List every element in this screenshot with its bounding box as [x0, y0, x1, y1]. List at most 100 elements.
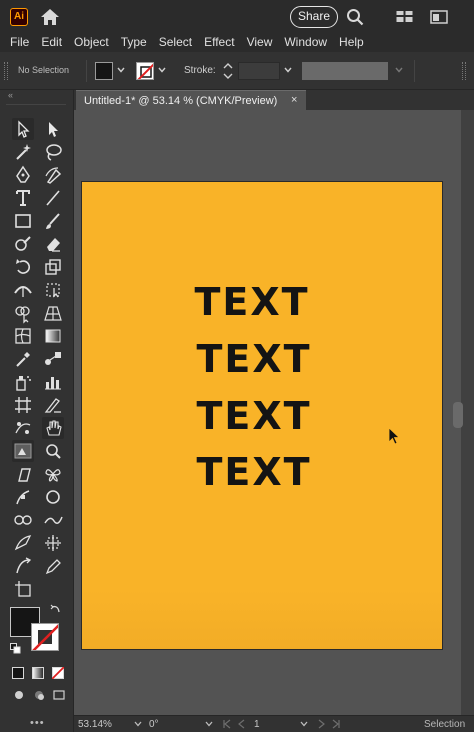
chevron-down-icon[interactable]: [158, 66, 166, 74]
stroke-weight-input[interactable]: [238, 62, 280, 80]
scale-tool-icon[interactable]: [42, 256, 64, 278]
pen-tool-icon[interactable]: [12, 164, 34, 186]
column-graph-tool-icon[interactable]: [42, 371, 64, 393]
stroke-color-swatch[interactable]: [136, 62, 154, 80]
divider: [414, 60, 415, 82]
anchor-point-tool-icon[interactable]: [12, 486, 34, 508]
menu-type[interactable]: Type: [121, 35, 147, 49]
width-tool-icon[interactable]: [12, 279, 34, 301]
text-object[interactable]: TEXT: [82, 280, 422, 324]
menu-window[interactable]: Window: [284, 35, 327, 49]
menu-view[interactable]: View: [247, 35, 273, 49]
document-tab[interactable]: Untitled-1* @ 53.14 % (CMYK/Preview) ×: [76, 90, 306, 110]
screen-mode-icon[interactable]: [52, 689, 66, 701]
window-icon[interactable]: [430, 10, 448, 24]
text-object[interactable]: TEXT: [84, 337, 424, 381]
menu-select[interactable]: Select: [159, 35, 192, 49]
artboard[interactable]: TEXT TEXT TEXT TEXT: [81, 181, 443, 650]
zoom-tool-icon[interactable]: [42, 440, 64, 462]
menu-file[interactable]: File: [10, 35, 29, 49]
gradient-tool-icon[interactable]: [42, 325, 64, 347]
menu-help[interactable]: Help: [339, 35, 364, 49]
rotate-tool-icon[interactable]: [12, 256, 34, 278]
rectangle-tool-icon[interactable]: [12, 210, 34, 232]
chevron-down-icon[interactable]: [117, 66, 125, 74]
panel-grip-icon[interactable]: [462, 62, 466, 80]
edit-toolbar-icon[interactable]: •••: [30, 717, 45, 729]
hand-tool-icon[interactable]: [42, 417, 64, 439]
draw-normal-icon[interactable]: [12, 689, 26, 701]
butterfly-symbol-icon[interactable]: [42, 463, 64, 485]
live-paint-bucket-tool-icon[interactable]: [12, 440, 34, 462]
search-icon[interactable]: [346, 8, 364, 26]
magic-wand-tool-icon[interactable]: [12, 141, 34, 163]
artboard-resize-icon[interactable]: [12, 578, 34, 600]
vertical-scrollbar-thumb[interactable]: [453, 402, 463, 428]
chevron-down-icon[interactable]: [284, 66, 292, 74]
paintbrush-tool-icon[interactable]: [42, 210, 64, 232]
eraser-tool-icon[interactable]: [42, 233, 64, 255]
fill-color-swatch[interactable]: [95, 62, 113, 80]
slice-tool-icon[interactable]: [42, 394, 64, 416]
artboard-tool-icon[interactable]: [12, 394, 34, 416]
menu-effect[interactable]: Effect: [204, 35, 234, 49]
chevron-down-icon[interactable]: [134, 720, 142, 728]
panel-grip-icon[interactable]: [4, 62, 8, 80]
chevron-down-icon[interactable]: [300, 720, 308, 728]
shaper-tool-icon[interactable]: [12, 233, 34, 255]
artboard-number-field[interactable]: 1: [254, 719, 260, 730]
shape-builder-tool-icon[interactable]: [12, 302, 34, 324]
curvature-tool-icon[interactable]: [42, 164, 64, 186]
next-artboard-icon[interactable]: [316, 719, 326, 729]
pencil-tool-icon[interactable]: [42, 555, 64, 577]
perspective-grid-tool-icon[interactable]: [42, 302, 64, 324]
type-tool-icon[interactable]: [12, 187, 34, 209]
arrange-documents-icon[interactable]: [396, 10, 414, 24]
text-object[interactable]: TEXT: [84, 394, 424, 438]
control-bar: No Selection Stroke:: [0, 52, 474, 90]
lasso-tool-icon[interactable]: [42, 141, 64, 163]
previous-artboard-icon[interactable]: [237, 719, 247, 729]
puppet-warp-tool-icon[interactable]: [12, 417, 34, 439]
shear-tool-icon[interactable]: [12, 463, 34, 485]
ellipse-tool-icon[interactable]: [42, 486, 64, 508]
close-tab-icon[interactable]: ×: [291, 94, 297, 106]
blend-tool-icon[interactable]: [42, 348, 64, 370]
free-transform-tool-icon[interactable]: [42, 279, 64, 301]
mesh-tool-icon[interactable]: [12, 325, 34, 347]
collapse-panel-icon[interactable]: «: [8, 90, 13, 100]
knife-tool-icon[interactable]: [12, 532, 34, 554]
zoom-level-field[interactable]: 53.14%: [78, 719, 112, 730]
none-mode-icon[interactable]: [52, 667, 64, 679]
last-artboard-icon[interactable]: [331, 719, 341, 729]
stroke-weight-spinner-icon[interactable]: [222, 60, 234, 82]
default-fill-stroke-icon[interactable]: [10, 643, 21, 654]
app-logo: Ai: [10, 8, 28, 26]
chevron-down-icon[interactable]: [205, 720, 213, 728]
menu-object[interactable]: Object: [74, 35, 109, 49]
reshape-tool-icon[interactable]: [12, 555, 34, 577]
rotate-view-field[interactable]: 0°: [149, 719, 159, 730]
chevron-down-icon[interactable]: [395, 66, 403, 74]
line-segment-tool-icon[interactable]: [42, 187, 64, 209]
canvas-area[interactable]: TEXT TEXT TEXT TEXT: [74, 110, 461, 715]
draw-behind-icon[interactable]: [32, 689, 46, 701]
first-artboard-icon[interactable]: [222, 719, 232, 729]
selection-tool-icon[interactable]: [12, 118, 34, 140]
home-icon[interactable]: [40, 8, 60, 26]
color-mode-icon[interactable]: [12, 667, 24, 679]
direct-selection-tool-icon[interactable]: [42, 118, 64, 140]
stroke-color-swatch-large[interactable]: [31, 623, 59, 651]
document-tab-bar: Untitled-1* @ 53.14 % (CMYK/Preview) ×: [74, 90, 474, 110]
share-button[interactable]: Share: [290, 6, 338, 28]
blob-brush-tool-icon[interactable]: [12, 509, 34, 531]
symbol-sprayer-tool-icon[interactable]: [12, 371, 34, 393]
variable-width-profile-dropdown[interactable]: [302, 62, 388, 80]
swap-fill-stroke-icon[interactable]: [50, 603, 62, 615]
eyedropper-tool-icon[interactable]: [12, 348, 34, 370]
crop-image-tool-icon[interactable]: [42, 532, 64, 554]
menu-edit[interactable]: Edit: [41, 35, 62, 49]
text-object[interactable]: TEXT: [84, 450, 424, 494]
smooth-tool-icon[interactable]: [42, 509, 64, 531]
gradient-mode-icon[interactable]: [32, 667, 44, 679]
